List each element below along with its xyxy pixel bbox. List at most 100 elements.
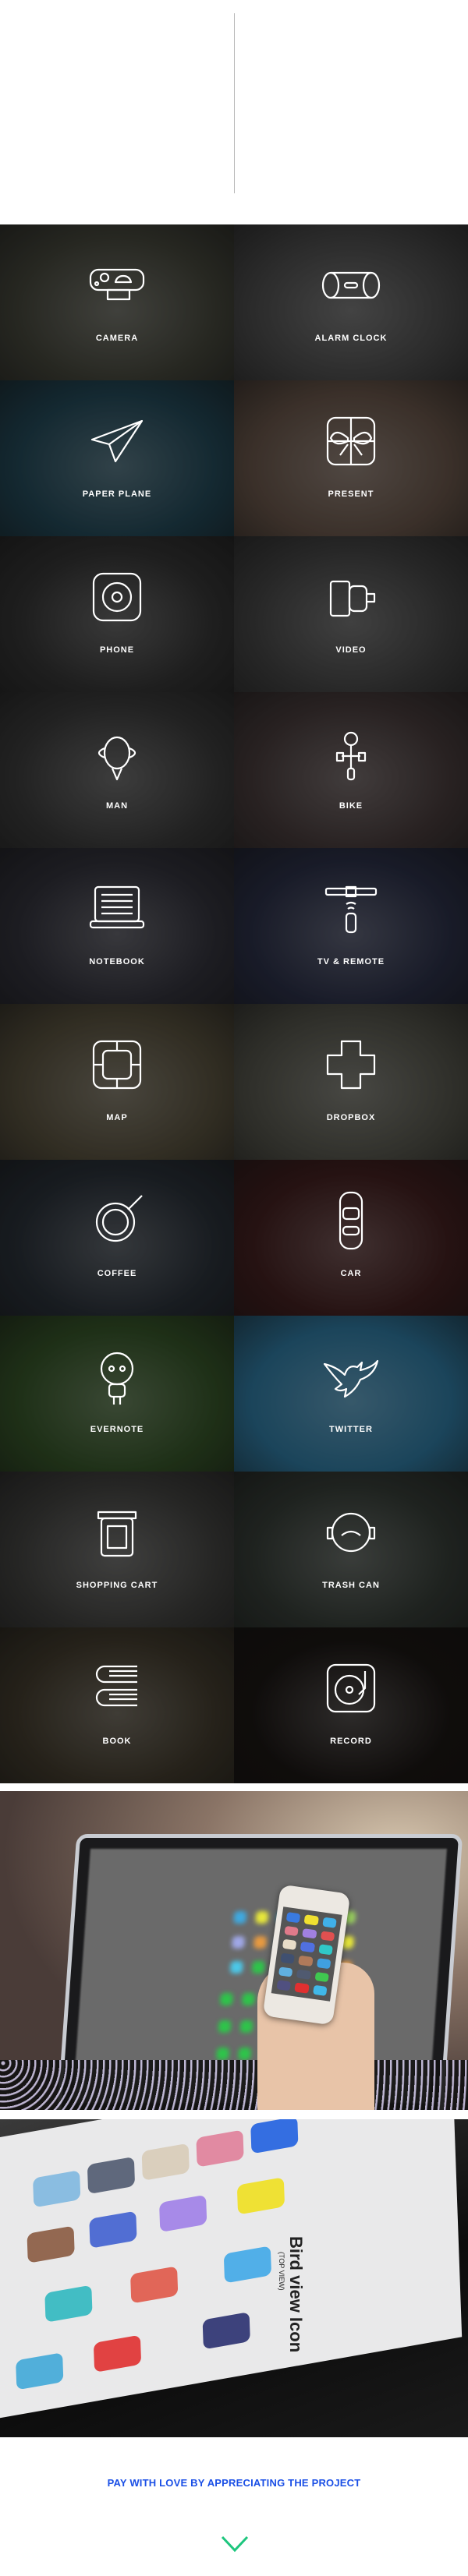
- tile-label: NOTEBOOK: [89, 957, 145, 966]
- phone-app-icon: [285, 1912, 301, 1923]
- printed-icon: [44, 2284, 93, 2323]
- phone-app-icon: [318, 1944, 333, 1956]
- phone-app-icon: [316, 1958, 332, 1969]
- video-icon: [329, 580, 376, 617]
- evernote-icon: [100, 1352, 134, 1405]
- tile-alarm-clock[interactable]: ALARM CLOCK: [234, 224, 468, 380]
- man-icon: [98, 736, 136, 781]
- blurred-app-icon: [251, 1961, 265, 1974]
- tile-label: TWITTER: [329, 1425, 373, 1434]
- printed-icon: [87, 2156, 136, 2195]
- printed-icon: [196, 2129, 244, 2168]
- tile-label: EVERNOTE: [90, 1425, 144, 1434]
- tile-coffee[interactable]: COFFEE: [0, 1160, 234, 1316]
- phone-app-icon: [284, 1925, 300, 1937]
- camera-icon: [89, 268, 145, 301]
- tile-bike[interactable]: BIKE: [234, 692, 468, 848]
- tile-man[interactable]: MAN: [0, 692, 234, 848]
- tile-record[interactable]: RECORD: [234, 1627, 468, 1783]
- blurred-app-icon: [233, 1911, 247, 1924]
- blurred-app-icon: [232, 1936, 246, 1949]
- tile-shopping-cart[interactable]: SHOPPING CART: [0, 1472, 234, 1627]
- dropbox-icon: [326, 1040, 376, 1090]
- phone-app-icon: [276, 1980, 292, 1991]
- tile-camera[interactable]: CAMERA: [0, 224, 234, 380]
- phone-app-icon: [300, 1942, 315, 1953]
- tile-label: PAPER PLANE: [82, 489, 152, 499]
- printed-icon: [159, 2194, 207, 2233]
- printed-icon: [223, 2246, 272, 2284]
- tile-label: BIKE: [339, 801, 363, 811]
- shopping-cart-icon: [97, 1511, 137, 1557]
- blurred-app-icon: [238, 2048, 252, 2060]
- printed-icon: [89, 2210, 137, 2249]
- printed-icon: [27, 2225, 75, 2263]
- tile-dropbox[interactable]: DROPBOX: [234, 1004, 468, 1160]
- car-icon: [339, 1191, 363, 1250]
- blurred-app-icon: [239, 2020, 254, 2033]
- chevron-down-icon[interactable]: [221, 2535, 249, 2553]
- bike-icon: [335, 731, 367, 781]
- phone-app-icon: [282, 1939, 297, 1950]
- paper-plane-icon: [90, 419, 144, 463]
- phone-app-icon: [321, 1917, 337, 1928]
- printed-sheet-mockup-photo: Bird view Icon (TOP VIEW): [0, 2119, 468, 2437]
- tile-notebook[interactable]: NOTEBOOK: [0, 848, 234, 1004]
- tile-evernote[interactable]: EVERNOTE: [0, 1316, 234, 1472]
- tile-book[interactable]: BOOK: [0, 1627, 234, 1783]
- tile-label: MAP: [106, 1113, 128, 1122]
- printed-icon: [33, 2170, 81, 2208]
- tile-phone[interactable]: PHONE: [0, 536, 234, 692]
- blurred-app-icon: [229, 1961, 243, 1974]
- tile-twitter[interactable]: TWITTER: [234, 1316, 468, 1472]
- phone-app-icon: [280, 1952, 296, 1964]
- tile-label: TV & REMOTE: [317, 957, 385, 966]
- tile-label: RECORD: [330, 1737, 372, 1746]
- blurred-app-icon: [216, 2048, 230, 2060]
- printed-icon: [93, 2334, 142, 2373]
- coffee-icon: [95, 1195, 143, 1242]
- tile-label: VIDEO: [335, 645, 367, 655]
- printed-icon: [202, 2312, 250, 2350]
- divider-line: [234, 13, 235, 193]
- printed-icon: [16, 2352, 64, 2390]
- twitter-icon: [323, 1359, 379, 1398]
- tile-video[interactable]: VIDEO: [234, 536, 468, 692]
- blurred-app-icon: [218, 2020, 232, 2033]
- phone-app-icon: [278, 1966, 293, 1977]
- icon-grid: CAMERA ALARM CLOCK PAPER PLANE PRESENT PHONE…: [0, 224, 468, 1783]
- tile-present[interactable]: PRESENT: [234, 380, 468, 536]
- map-icon: [92, 1040, 142, 1090]
- phone-app-icon: [298, 1955, 314, 1966]
- tile-car[interactable]: CAR: [234, 1160, 468, 1316]
- tile-label: BOOK: [102, 1737, 132, 1746]
- notebook-icon: [89, 885, 145, 929]
- alarm-clock-icon: [321, 271, 381, 299]
- tile-label: CAR: [340, 1269, 362, 1278]
- blurred-app-icon: [255, 1911, 269, 1924]
- tile-label: TRASH CAN: [322, 1581, 380, 1590]
- tile-paper-plane[interactable]: PAPER PLANE: [0, 380, 234, 536]
- sheet-title: Bird view Icon (TOP VIEW): [278, 2236, 306, 2352]
- tile-trash-can[interactable]: TRASH CAN: [234, 1472, 468, 1627]
- tile-label: PHONE: [99, 645, 135, 655]
- tile-label: CAMERA: [95, 334, 139, 343]
- phone-icon: [92, 572, 142, 622]
- sheet-subtitle-text: (TOP VIEW): [278, 2252, 285, 2291]
- tile-label: COFFEE: [97, 1269, 137, 1278]
- blurred-app-icon: [241, 1993, 256, 2005]
- phone-app-icon: [314, 1971, 329, 1983]
- tile-label: ALARM CLOCK: [314, 334, 388, 343]
- tile-label: DROPBOX: [326, 1113, 376, 1122]
- appreciate-link[interactable]: PAY WITH LOVE BY APPRECIATING THE PROJEC…: [0, 2477, 468, 2489]
- tile-label: PRESENT: [328, 489, 374, 499]
- blurred-app-icon: [219, 1993, 234, 2005]
- phone-app-icon: [302, 1928, 317, 1939]
- laptop-phone-mockup-photo: [0, 1791, 468, 2110]
- tile-map[interactable]: MAP: [0, 1004, 234, 1160]
- tile-tv-remote[interactable]: TV & REMOTE: [234, 848, 468, 1004]
- blurred-app-icon: [254, 1936, 268, 1949]
- tile-label: SHOPPING CART: [76, 1581, 158, 1590]
- printed-sheet: [0, 2119, 463, 2422]
- keyboard: [0, 2060, 468, 2110]
